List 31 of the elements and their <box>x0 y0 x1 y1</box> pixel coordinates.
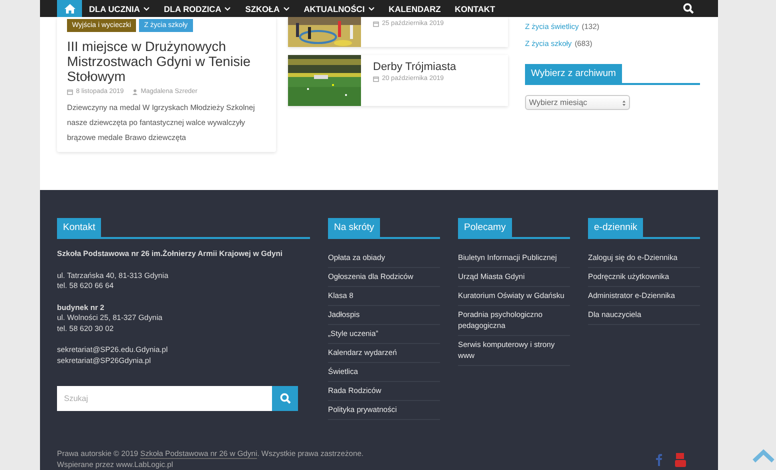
search-field[interactable]: Szukaj <box>57 386 272 411</box>
post-title[interactable]: Derby Trójmiasta <box>373 61 456 73</box>
sort-arrows-icon <box>622 100 626 106</box>
nav-link[interactable]: KONTAKT <box>454 4 496 14</box>
calendar-icon <box>373 76 379 82</box>
user-icon <box>132 88 138 94</box>
nav-link[interactable]: AKTUALNOŚCI <box>304 4 375 14</box>
widget-heading: Kontakt <box>57 218 102 237</box>
widget-heading: e-dziennik <box>588 218 644 237</box>
home-icon <box>64 3 76 14</box>
search-icon <box>280 393 290 404</box>
search-button[interactable] <box>272 386 298 411</box>
chevron-up-icon[interactable] <box>752 449 775 463</box>
post-title[interactable]: III miejsce w Drużynowych Mistrzostwach Gdyni w Tenisie Stołowym <box>67 39 266 84</box>
nav-link[interactable]: SZKOŁA <box>245 4 290 14</box>
nav-link[interactable]: DLA RODZICA <box>164 4 232 14</box>
widget-heading: Na skróty <box>328 218 380 237</box>
nav-link[interactable]: KALENDARZ <box>388 4 441 14</box>
nav-link[interactable]: DLA UCZNIA <box>89 4 150 14</box>
chevron-down-icon <box>368 6 375 11</box>
calendar-icon <box>67 88 73 94</box>
month-select[interactable]: Wybierz miesiąc <box>525 95 630 110</box>
widget-heading: Polecamy <box>458 218 512 237</box>
widget-heading: Wybierz z archiwum <box>525 64 622 83</box>
home-button[interactable] <box>57 0 82 17</box>
calendar-icon <box>373 20 379 26</box>
search-icon[interactable] <box>683 3 694 14</box>
chevron-down-icon <box>282 6 290 11</box>
chevron-down-icon <box>224 6 232 11</box>
facebook-icon[interactable] <box>654 453 663 466</box>
chevron-down-icon <box>142 6 150 11</box>
